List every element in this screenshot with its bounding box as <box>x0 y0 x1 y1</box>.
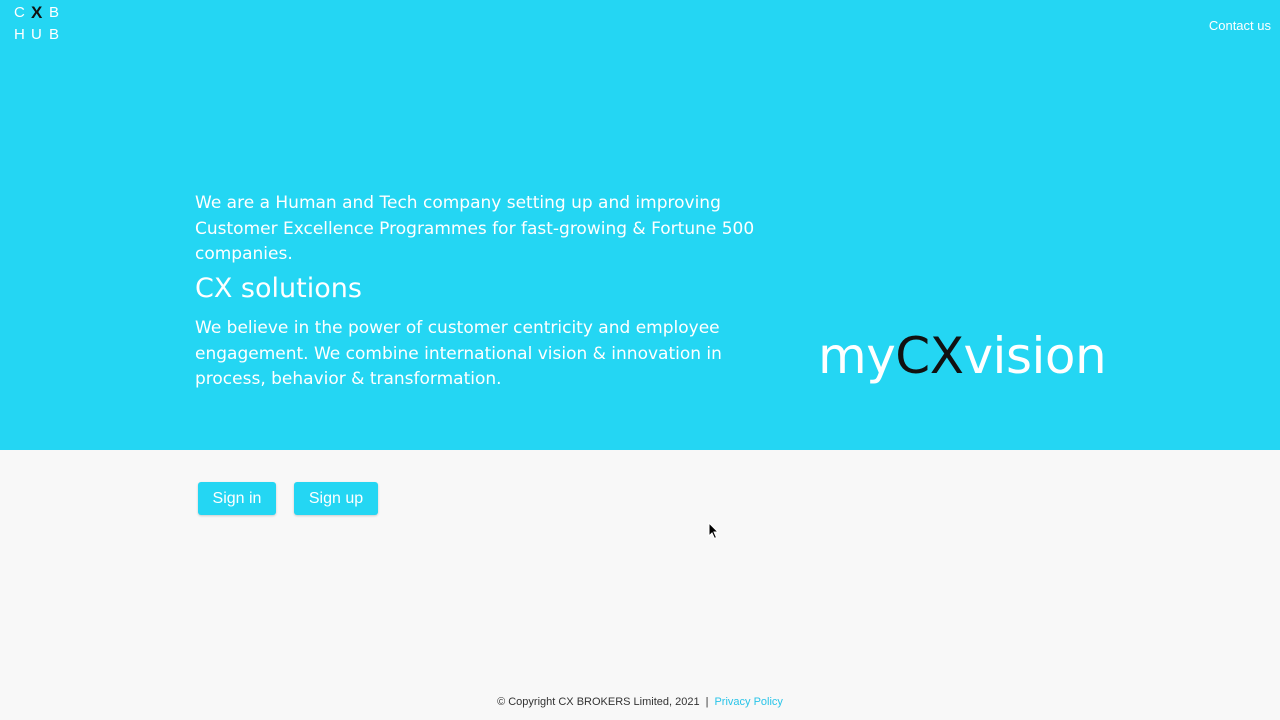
logo-letter: C <box>14 4 25 21</box>
hero-banner: C X B H U B Contact us We are a Human an… <box>0 0 1280 450</box>
copyright-text: © Copyright CX BROKERS Limited, 2021 <box>497 696 700 708</box>
brand-wordmark: myCXvision <box>818 327 1107 385</box>
brand-suffix: vision <box>963 327 1107 385</box>
logo-letter: B <box>49 4 60 21</box>
footer-separator: | <box>705 696 709 708</box>
privacy-policy-link[interactable]: Privacy Policy <box>714 696 782 708</box>
footer: © Copyright CX BROKERS Limited, 2021 | Pri… <box>0 696 1280 708</box>
brand-highlight: CX <box>895 327 964 385</box>
logo-letter-x: X <box>31 3 43 22</box>
sign-up-button[interactable]: Sign up <box>294 482 378 515</box>
brand-prefix: my <box>818 327 896 385</box>
intro-text: We are a Human and Tech company setting … <box>195 193 755 264</box>
logo-letter: B <box>49 26 60 43</box>
sign-in-button[interactable]: Sign in <box>198 482 276 515</box>
section-subtitle: CX solutions <box>195 273 362 304</box>
contact-us-link[interactable]: Contact us <box>1209 18 1271 33</box>
logo-letter: U <box>31 26 42 43</box>
mouse-cursor-icon <box>708 522 720 540</box>
description-text: We believe in the power of customer cent… <box>195 318 722 389</box>
logo-letter: H <box>14 26 25 43</box>
logo[interactable]: C X B H U B <box>14 3 62 46</box>
